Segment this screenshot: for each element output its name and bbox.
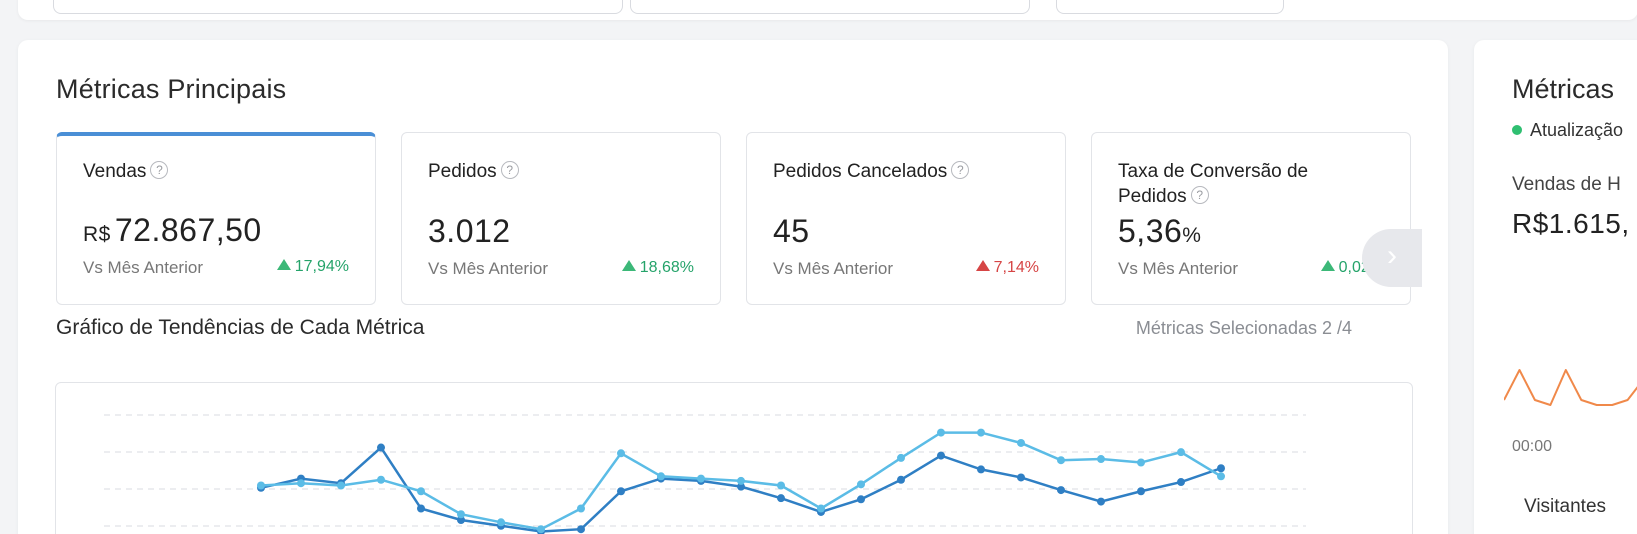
sparkline-path — [1504, 369, 1637, 406]
update-status: Atualização — [1512, 120, 1623, 141]
metric-value: 45 — [773, 213, 810, 249]
trend-point[interactable] — [857, 495, 865, 504]
metric-value: 5,36% — [1118, 213, 1202, 249]
trend-point[interactable] — [697, 474, 705, 483]
trend-point[interactable] — [977, 428, 985, 437]
status-dot-icon — [1512, 125, 1522, 135]
filter-select-2[interactable] — [630, 0, 1030, 14]
trend-point[interactable] — [577, 525, 585, 534]
help-icon[interactable]: ? — [150, 161, 169, 180]
trend-point[interactable] — [417, 487, 425, 496]
metric-delta: 17,94% — [276, 258, 349, 276]
trend-chart — [55, 382, 1413, 534]
metric-label: Pedidos? — [428, 159, 668, 184]
metric-compare: Vs Mês Anterior — [773, 259, 893, 278]
filter-bar — [18, 0, 1637, 20]
today-sales-value: R$1.615, — [1512, 208, 1630, 239]
metric-delta: 7,14% — [975, 259, 1039, 277]
triangle-up-icon — [621, 260, 636, 271]
trend-point[interactable] — [1017, 473, 1025, 482]
trend-chart-svg — [104, 414, 1306, 534]
trend-point[interactable] — [1057, 486, 1065, 495]
selected-metrics-count[interactable]: Métricas Selecionadas 2 /4 — [1136, 318, 1352, 339]
trend-point[interactable] — [1057, 456, 1065, 465]
triangle-up-icon — [276, 259, 291, 270]
chevron-right-icon: › — [1387, 239, 1397, 272]
trend-point[interactable] — [577, 504, 585, 513]
trend-point[interactable] — [417, 504, 425, 513]
metric-label: Pedidos Cancelados? — [773, 159, 1013, 184]
trend-point[interactable] — [777, 481, 785, 490]
trend-point[interactable] — [337, 481, 345, 490]
metric-card-pedidos-cancelados[interactable]: Pedidos Cancelados? 45 Vs Mês Anterior 7… — [746, 132, 1066, 305]
sales-sparkline — [1504, 369, 1637, 406]
next-cards-button[interactable]: › — [1362, 229, 1422, 287]
trend-point[interactable] — [297, 479, 305, 488]
trend-chart-title: Gráfico de Tendências de Cada Métrica — [56, 316, 425, 339]
trend-point[interactable] — [1137, 458, 1145, 467]
trend-point[interactable] — [377, 475, 385, 484]
trend-point[interactable] — [257, 481, 265, 490]
realtime-metrics-panel: Métricas Atualização Vendas de H R$1.615… — [1474, 40, 1637, 534]
trend-point[interactable] — [1177, 478, 1185, 487]
trend-point[interactable] — [897, 453, 905, 462]
help-icon[interactable]: ? — [500, 161, 519, 180]
metric-card-pedidos[interactable]: Pedidos? 3.012 Vs Mês Anterior 18,68% — [401, 132, 721, 305]
visitors-label: Visitantes — [1524, 496, 1607, 517]
trend-point[interactable] — [1097, 497, 1105, 506]
section-title: Métricas Principais — [56, 74, 287, 104]
trend-point[interactable] — [857, 480, 865, 489]
trend-point[interactable] — [937, 428, 945, 437]
metric-card-taxa-conversao[interactable]: Taxa de Conversão de Pedidos? 5,36% Vs M… — [1091, 132, 1411, 305]
trend-point[interactable] — [1097, 455, 1105, 464]
trend-point[interactable] — [1017, 438, 1025, 447]
filter-select-3[interactable] — [1056, 0, 1284, 14]
filter-select-1[interactable] — [53, 0, 623, 14]
trend-point[interactable] — [1137, 487, 1145, 496]
metric-delta: 18,68% — [621, 259, 694, 277]
trend-point[interactable] — [977, 465, 985, 474]
metric-label: Taxa de Conversão de Pedidos? — [1118, 161, 1309, 207]
metric-value: 3.012 — [428, 213, 511, 249]
metric-label: Vendas? — [83, 159, 323, 184]
help-icon[interactable]: ? — [1190, 186, 1209, 205]
trend-point[interactable] — [657, 472, 665, 481]
metric-compare: Vs Mês Anterior — [1118, 259, 1238, 278]
triangle-up-icon — [1320, 260, 1335, 271]
trend-point[interactable] — [1177, 448, 1185, 457]
trend-point[interactable] — [777, 494, 785, 503]
trend-point[interactable] — [617, 449, 625, 458]
trend-point[interactable] — [537, 525, 545, 534]
time-axis-label: 00:00 — [1512, 438, 1553, 455]
metric-value: R$ 72.867,50 — [83, 212, 262, 248]
trend-point[interactable] — [617, 487, 625, 496]
trend-point[interactable] — [817, 504, 825, 513]
trend-point[interactable] — [897, 475, 905, 484]
trend-point[interactable] — [497, 518, 505, 527]
realtime-title: Métricas — [1512, 74, 1615, 104]
trend-point[interactable] — [457, 510, 465, 519]
help-icon[interactable]: ? — [951, 161, 970, 180]
triangle-up-icon — [975, 260, 990, 271]
metric-compare: Vs Mês Anterior — [428, 259, 548, 278]
trend-point[interactable] — [1217, 472, 1225, 481]
metric-card-vendas[interactable]: Vendas? R$ 72.867,50 Vs Mês Anterior 17,9… — [56, 132, 376, 305]
trend-point[interactable] — [377, 443, 385, 452]
trend-point[interactable] — [1217, 464, 1225, 473]
trend-point[interactable] — [737, 476, 745, 485]
trend-point[interactable] — [937, 451, 945, 460]
today-sales-label: Vendas de H — [1512, 174, 1621, 195]
metric-compare: Vs Mês Anterior — [83, 258, 203, 277]
